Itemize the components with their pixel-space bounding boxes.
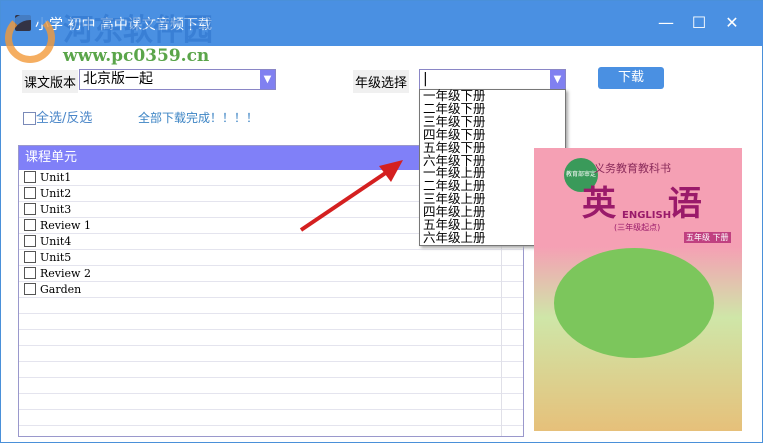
textbook-cover-image: 教育部审定 义务教育教科书 英 语 ENGLISH (三年级起点) 五年级 下册 [534,148,742,431]
version-label: 课文版本 [22,70,79,93]
list-item[interactable]: Review 2 [19,266,523,282]
maximize-button[interactable]: ☐ [684,13,714,32]
grade-select[interactable]: | ▼ [419,69,566,90]
grade-value: | [423,71,428,87]
watermark-logo-text: 河东软件园 [63,13,213,48]
empty-row [19,298,523,314]
checkbox-icon[interactable] [24,171,36,183]
cover-note: (三年级起点) [614,223,661,232]
arrow-head [379,160,403,182]
empty-row [19,330,523,346]
close-button[interactable]: ✕ [717,13,747,32]
version-select[interactable]: 北京版一起 ▼ [79,69,276,90]
unit-label: Unit1 [40,171,72,184]
checkbox-icon[interactable] [24,267,36,279]
cover-grade: 五年级 下册 [684,232,731,243]
status-text: 全部下载完成！！！！ [138,111,259,125]
checkbox-icon[interactable] [24,235,36,247]
grade-label: 年级选择 [353,70,410,93]
unit-label: Unit2 [40,187,72,200]
tree-illustration [554,248,714,358]
empty-row [19,314,523,330]
version-value: 北京版一起 [83,71,153,87]
watermark-url: www.pc0359.cn [63,46,210,66]
empty-row [19,378,523,394]
list-item[interactable]: Garden [19,282,523,298]
checkbox-icon[interactable] [23,112,36,125]
list-item[interactable]: Unit5 [19,250,523,266]
unit-label: Unit5 [40,251,72,264]
empty-row [19,362,523,378]
unit-label: Garden [40,283,82,296]
select-all-checkbox[interactable]: 全选/反选 [23,107,92,126]
chevron-down-icon[interactable]: ▼ [260,70,275,89]
unit-label: Unit3 [40,203,72,216]
empty-row [19,394,523,410]
checkbox-icon[interactable] [24,283,36,295]
unit-label: Unit4 [40,235,72,248]
empty-row [19,346,523,362]
cover-subtitle: ENGLISH [622,210,672,221]
red-arrow-annotation [299,160,403,232]
checkbox-icon[interactable] [24,219,36,231]
watermark-logo-icon [5,13,55,63]
chevron-down-icon[interactable]: ▼ [550,70,565,89]
checkbox-icon[interactable] [24,203,36,215]
checkbox-icon[interactable] [24,251,36,263]
download-button[interactable]: 下载 [598,67,664,89]
title-bar: 小学 初中 高中课文音频下载 河东软件园 — ☐ ✕ [1,1,763,48]
unit-label: Review 2 [40,267,91,280]
empty-row [19,410,523,426]
minimize-button[interactable]: — [651,13,681,32]
unit-label: Review 1 [40,219,91,232]
checkbox-icon[interactable] [24,187,36,199]
select-all-label: 全选/反选 [36,111,93,126]
cover-series: 义务教育教科书 [594,162,671,175]
